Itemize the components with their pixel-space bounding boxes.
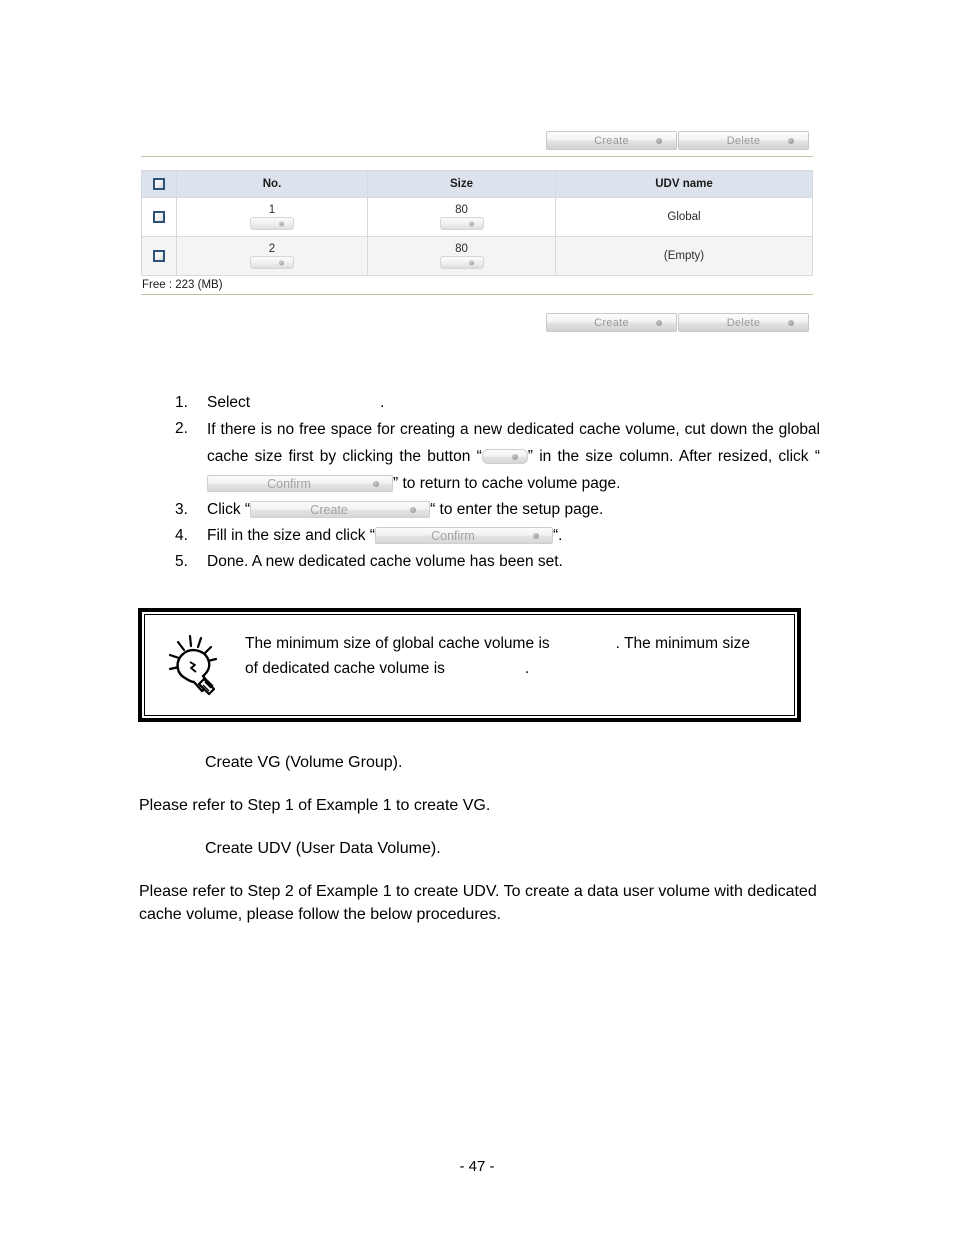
button-dot-icon xyxy=(788,137,794,144)
cache-volume-table: No. Size UDV name 1 80 Global 2 80 (Empt… xyxy=(141,170,813,276)
list-item: 1. Select. xyxy=(175,390,820,416)
tip-note-text: The minimum size of global cache volume … xyxy=(245,631,794,681)
paragraph-create-vg: Please refer to Step 1 of Example 1 to c… xyxy=(139,797,491,814)
step-2-part2: ” in the size column. After resized, cli… xyxy=(527,448,820,465)
step-3-part1: Click “ xyxy=(207,501,251,518)
row-size-value: 80 xyxy=(455,203,468,216)
section-heading-create-vg: Create VG (Volume Group). xyxy=(205,754,403,771)
top-toolbar: Create Delete xyxy=(141,131,813,150)
row-checkbox-cell[interactable] xyxy=(141,236,177,276)
step-4-part1: Fill in the size and click “ xyxy=(207,527,375,544)
procedure-list: 1. Select. 2. If there is no free space … xyxy=(175,390,820,575)
delete-button-bottom-label: Delete xyxy=(726,316,761,329)
row-size-value: 80 xyxy=(455,242,468,255)
button-dot-icon xyxy=(532,532,539,539)
step-number: 4. xyxy=(175,527,188,544)
bottom-toolbar: Create Delete xyxy=(141,313,813,332)
checkbox-icon[interactable] xyxy=(153,177,165,190)
create-button-inline[interactable]: Create xyxy=(250,501,431,519)
list-item: 3. Click “ Create “ to enter the setup pag… xyxy=(175,497,820,523)
lightbulb-icon xyxy=(145,631,245,697)
row-no-value: 1 xyxy=(268,203,276,216)
page-number: - 47 - xyxy=(459,1158,495,1175)
row-udv-name-cell: (Empty) xyxy=(555,236,813,276)
create-button-bottom[interactable]: Create xyxy=(546,313,677,332)
checkbox-icon[interactable] xyxy=(153,249,165,262)
list-item: 4. Fill in the size and click “ Confirm “. xyxy=(175,523,820,549)
step-text: Select. xyxy=(207,390,820,416)
row-no-cell: 1 xyxy=(176,197,368,237)
step-1-part2: . xyxy=(380,394,385,411)
list-item: 5. Done. A new dedicated cache volume ha… xyxy=(175,549,820,575)
create-button-top[interactable]: Create xyxy=(546,131,677,150)
confirm-button-inline-2-label: Confirm xyxy=(431,529,475,544)
button-dot-icon xyxy=(468,221,474,227)
button-dot-icon xyxy=(511,453,518,460)
step-text: If there is no free space for creating a… xyxy=(207,416,820,497)
button-dot-icon xyxy=(279,221,284,227)
note-part3: . xyxy=(524,660,530,677)
header-udv-name: UDV name xyxy=(555,170,813,198)
checkbox-icon[interactable] xyxy=(153,210,165,223)
row-size-cell: 80 xyxy=(367,197,556,237)
table-row: 1 80 Global xyxy=(141,197,813,237)
row-no-edit-button[interactable] xyxy=(250,256,294,270)
row-size-cell: 80 xyxy=(367,236,556,276)
create-button-top-label: Create xyxy=(594,134,629,147)
list-item: 2. If there is no free space for creatin… xyxy=(175,416,820,497)
table-header-row: No. Size UDV name xyxy=(141,170,813,198)
delete-button-top-label: Delete xyxy=(726,134,761,147)
button-dot-icon xyxy=(279,260,284,266)
row-udv-name-cell: Global xyxy=(555,197,813,237)
row-no-edit-button[interactable] xyxy=(250,217,294,231)
table-row: 2 80 (Empty) xyxy=(141,236,813,276)
step-number: 1. xyxy=(175,394,188,411)
confirm-button-inline-label: Confirm xyxy=(267,477,311,492)
step-number: 2. xyxy=(175,420,188,437)
create-button-bottom-label: Create xyxy=(594,316,629,329)
row-no-cell: 2 xyxy=(176,236,368,276)
resize-button-inline[interactable] xyxy=(481,449,528,465)
button-dot-icon xyxy=(656,319,662,326)
step-2-part3: ” to return to cache volume page. xyxy=(393,475,621,492)
step-4-part2: “. xyxy=(552,527,563,544)
confirm-button-inline-2[interactable]: Confirm xyxy=(374,527,553,545)
header-no: No. xyxy=(176,170,368,198)
delete-button-top[interactable]: Delete xyxy=(678,131,809,150)
section-heading-create-udv: Create UDV (User Data Volume). xyxy=(205,840,441,857)
free-space-label: Free : 223 (MB) xyxy=(142,279,223,291)
delete-button-bottom[interactable]: Delete xyxy=(678,313,809,332)
note-part1: The minimum size of global cache volume … xyxy=(245,635,550,652)
row-size-edit-button[interactable] xyxy=(439,256,484,270)
toolbar-divider xyxy=(141,156,813,157)
header-select-all[interactable] xyxy=(141,170,177,198)
button-dot-icon xyxy=(468,260,474,266)
create-button-inline-label: Create xyxy=(310,503,348,518)
row-checkbox-cell[interactable] xyxy=(141,197,177,237)
step-number: 5. xyxy=(175,553,188,570)
button-dot-icon xyxy=(656,137,662,144)
confirm-button-inline[interactable]: Confirm xyxy=(207,475,393,493)
row-size-edit-button[interactable] xyxy=(439,217,484,231)
step-text: Click “ Create “ to enter the setup page. xyxy=(207,497,820,523)
step-3-part2: “ to enter the setup page. xyxy=(430,501,604,518)
free-space-divider xyxy=(141,294,813,295)
button-dot-icon xyxy=(788,319,794,326)
step-text: Fill in the size and click “ Confirm “. xyxy=(207,523,820,549)
tip-note-box: The minimum size of global cache volume … xyxy=(138,608,801,722)
header-size: Size xyxy=(367,170,556,198)
row-no-value: 2 xyxy=(268,242,276,255)
paragraph-create-udv: Please refer to Step 2 of Example 1 to c… xyxy=(139,883,817,923)
step-text: Done. A new dedicated cache volume has b… xyxy=(207,553,563,570)
step-number: 3. xyxy=(175,501,188,518)
button-dot-icon xyxy=(410,506,417,513)
cache-volume-screenshot: Create Delete No. Size UDV name 1 80 Glo… xyxy=(141,131,813,332)
step-1-part1: Select xyxy=(207,394,251,411)
button-dot-icon xyxy=(373,480,379,487)
